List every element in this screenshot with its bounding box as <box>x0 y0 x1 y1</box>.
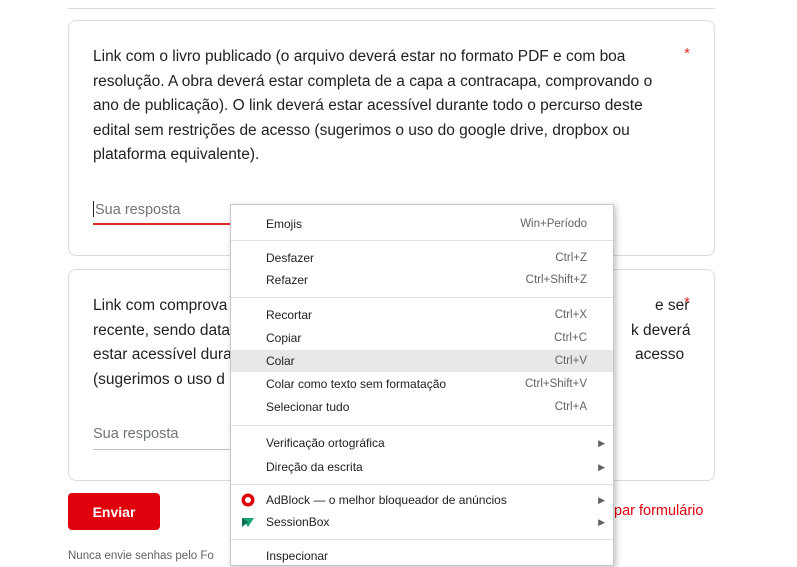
menu-item-paste[interactable]: Colar Ctrl+V <box>231 350 613 372</box>
question-line: k deverá <box>631 321 691 339</box>
menu-item-label: Verificação ortográfica <box>266 436 385 450</box>
answer-input[interactable]: Sua resposta <box>93 199 231 225</box>
question-line: e ser <box>655 297 690 314</box>
menu-separator <box>231 484 613 485</box>
question-text-right: e ser k deverá acesso <box>617 294 690 368</box>
menu-item-cut[interactable]: Recortar Ctrl+X <box>231 304 613 326</box>
menu-item-select-all[interactable]: Selecionar tudo Ctrl+A <box>231 396 613 418</box>
submenu-arrow-icon: ▶ <box>598 494 605 505</box>
submenu-arrow-icon: ▶ <box>598 461 605 472</box>
context-menu: Emojis Win+Período Desfazer Ctrl+Z Refaz… <box>230 204 614 566</box>
menu-item-shortcut: Ctrl+Shift+Z <box>525 274 587 286</box>
menu-item-label: Colar <box>266 354 295 368</box>
menu-item-label: Desfazer <box>266 251 315 265</box>
menu-item-shortcut: Ctrl+X <box>554 309 587 321</box>
menu-item-label: Colar como texto sem formatação <box>266 377 447 391</box>
submenu-arrow-icon: ▶ <box>598 516 605 527</box>
menu-item-label: SessionBox <box>266 515 330 529</box>
text-caret <box>93 201 94 217</box>
previous-card-edge <box>68 0 715 9</box>
menu-item-label: Selecionar tudo <box>266 400 350 414</box>
menu-item-shortcut: Ctrl+Shift+V <box>525 378 587 390</box>
menu-item-spellcheck[interactable]: Verificação ortográfica ▶ <box>231 432 613 454</box>
menu-item-undo[interactable]: Desfazer Ctrl+Z <box>231 247 613 269</box>
footer-warning: Nunca envie senhas pelo Fo <box>68 550 214 562</box>
menu-item-shortcut: Ctrl+C <box>554 332 587 344</box>
menu-separator <box>231 240 613 241</box>
menu-item-label: Recortar <box>266 308 313 322</box>
answer-placeholder: Sua resposta <box>95 202 181 218</box>
menu-item-label: Direção da escrita <box>266 460 363 474</box>
sessionbox-icon <box>242 518 254 527</box>
menu-separator <box>231 297 613 298</box>
menu-item-copy[interactable]: Copiar Ctrl+C <box>231 327 613 349</box>
question-line: acesso <box>635 346 685 363</box>
menu-item-shortcut: Win+Período <box>520 218 587 230</box>
menu-item-label: Inspecionar <box>266 549 329 563</box>
question-text: Link com o livro publicado (o arquivo de… <box>93 48 653 163</box>
menu-item-label: Refazer <box>266 273 309 287</box>
menu-item-label: Emojis <box>266 217 303 231</box>
menu-separator <box>231 425 613 426</box>
menu-item-redo[interactable]: Refazer Ctrl+Shift+Z <box>231 269 613 291</box>
menu-item-adblock[interactable]: AdBlock — o melhor bloqueador de anúncio… <box>231 489 613 511</box>
required-asterisk: * <box>684 45 690 62</box>
adblock-icon <box>241 493 255 507</box>
required-asterisk: * <box>684 294 690 311</box>
submenu-arrow-icon: ▶ <box>598 437 605 448</box>
menu-item-label: AdBlock — o melhor bloqueador de anúncio… <box>266 493 507 507</box>
menu-item-emojis[interactable]: Emojis Win+Período <box>231 213 613 235</box>
menu-item-shortcut: Ctrl+V <box>554 355 587 367</box>
menu-item-inspect[interactable]: Inspecionar <box>231 545 613 567</box>
menu-item-paste-plain[interactable]: Colar como texto sem formatação Ctrl+Shi… <box>231 373 613 395</box>
clear-form-link[interactable]: par formulário <box>614 503 703 519</box>
menu-item-shortcut: Ctrl+A <box>554 401 587 413</box>
menu-separator <box>231 539 613 540</box>
submit-button[interactable]: Enviar <box>68 493 160 530</box>
menu-item-label: Copiar <box>266 331 302 345</box>
menu-item-shortcut: Ctrl+Z <box>555 252 587 264</box>
menu-item-sessionbox[interactable]: SessionBox ▶ <box>231 511 613 533</box>
menu-item-writing-direction[interactable]: Direção da escrita ▶ <box>231 456 613 478</box>
